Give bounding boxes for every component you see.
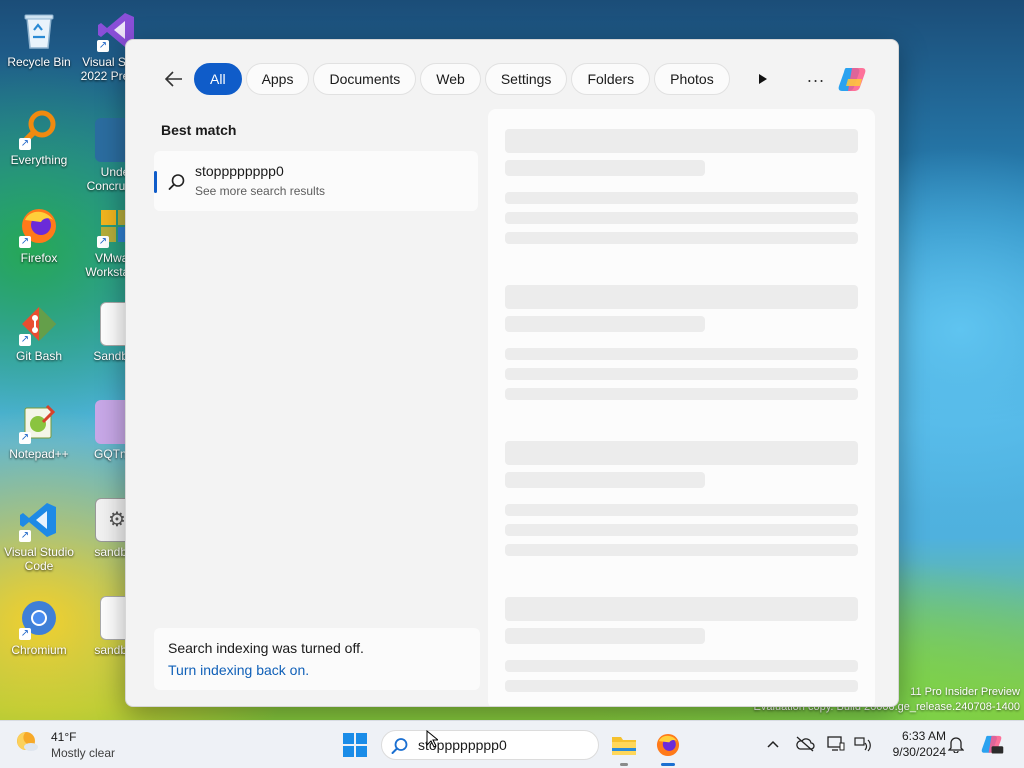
notification-bell-icon[interactable] <box>945 733 967 755</box>
recycle-bin-icon <box>17 8 61 52</box>
preview-pane-loading <box>488 109 875 706</box>
notepad-plus-plus-icon: ↗ <box>17 400 61 444</box>
firefox-icon: ↗ <box>17 204 61 248</box>
shortcut-arrow-icon: ↗ <box>19 530 31 542</box>
back-arrow-icon[interactable] <box>156 63 192 95</box>
taskbar-firefox[interactable] <box>651 728 685 766</box>
indexing-notice: Search indexing was turned off. Turn ind… <box>154 628 480 690</box>
desktop-icon-firefox[interactable]: ↗ Firefox <box>0 204 78 265</box>
tab-all[interactable]: All <box>194 63 242 95</box>
desktop-icon-git-bash[interactable]: ↗ Git Bash <box>0 302 78 363</box>
shortcut-arrow-icon: ↗ <box>19 138 31 150</box>
shortcut-arrow-icon: ↗ <box>19 432 31 444</box>
running-indicator <box>620 763 628 766</box>
tab-photos[interactable]: Photos <box>654 63 730 95</box>
skeleton-line <box>505 504 858 516</box>
taskbar-search-box[interactable]: stopppppppp0 <box>381 730 599 760</box>
search-icon <box>391 737 409 755</box>
shortcut-arrow-icon: ↗ <box>19 628 31 640</box>
skeleton-line <box>505 441 858 465</box>
copilot-taskbar-icon[interactable] <box>980 733 1006 755</box>
skeleton-line <box>505 680 858 692</box>
skeleton-line <box>505 316 705 332</box>
desktop-icon-chromium[interactable]: ↗ Chromium <box>0 596 78 657</box>
show-hidden-icons-chevron[interactable] <box>762 733 784 755</box>
skeleton-line <box>505 660 858 672</box>
desktop-icon-recycle-bin[interactable]: Recycle Bin <box>0 8 78 69</box>
taskbar: 41°F Mostly clear stopppppppp0 6:33 AM 9… <box>0 720 1024 768</box>
running-indicator <box>661 763 675 766</box>
desktop-icon-vscode[interactable]: ↗ Visual Studio Code <box>0 498 78 573</box>
search-flyout: All Apps Documents Web Settings Folders … <box>125 39 899 707</box>
tab-folders[interactable]: Folders <box>571 63 651 95</box>
indexing-message: Search indexing was turned off. <box>168 640 364 656</box>
shortcut-arrow-icon: ↗ <box>97 236 109 248</box>
turn-indexing-on-link[interactable]: Turn indexing back on. <box>168 662 309 678</box>
skeleton-line <box>505 388 858 400</box>
desktop-icon-label: Notepad++ <box>9 447 69 461</box>
tab-settings[interactable]: Settings <box>484 63 568 95</box>
everything-search-icon: ↗ <box>17 106 61 150</box>
desktop-icon-label: Recycle Bin <box>7 55 71 69</box>
tab-web[interactable]: Web <box>420 63 481 95</box>
shortcut-arrow-icon: ↗ <box>97 40 109 52</box>
desktop-icon-notepad-plus-plus[interactable]: ↗ Notepad++ <box>0 400 78 461</box>
skeleton-line <box>505 285 858 309</box>
shortcut-arrow-icon: ↗ <box>19 334 31 346</box>
skeleton-line <box>505 597 858 621</box>
desktop-icon-label: Everything <box>10 153 68 167</box>
skeleton-line <box>505 544 858 556</box>
vscode-icon: ↗ <box>17 498 61 542</box>
best-match-heading: Best match <box>161 122 237 138</box>
tab-apps[interactable]: Apps <box>245 63 310 95</box>
desktop-icon-label: Git Bash <box>15 349 63 363</box>
taskbar-file-explorer[interactable] <box>607 728 641 766</box>
skeleton-line <box>505 212 858 224</box>
search-filter-tabs: All Apps Documents Web Settings Folders … <box>156 62 778 96</box>
network-volume-icon[interactable] <box>852 733 874 755</box>
skeleton-line <box>505 129 858 153</box>
skeleton-line <box>505 160 705 176</box>
watermark-line-1: 11 Pro Insider Preview <box>910 686 1020 698</box>
desktop-icon-label: Chromium <box>11 643 67 657</box>
more-options-button[interactable]: ... <box>804 67 828 91</box>
skeleton-line <box>505 368 858 380</box>
copilot-icon[interactable] <box>838 64 870 94</box>
best-match-subtitle: See more search results <box>195 184 326 198</box>
display-icon[interactable] <box>825 733 847 755</box>
weather-clear-night-icon <box>14 728 40 754</box>
clock-date: 9/30/2024 <box>892 745 946 759</box>
skeleton-line <box>505 472 705 488</box>
chromium-icon: ↗ <box>17 596 61 640</box>
tab-documents[interactable]: Documents <box>313 63 417 95</box>
skeleton-line <box>505 628 705 644</box>
desktop-icon-everything[interactable]: ↗ Everything <box>0 106 78 167</box>
onedrive-offline-icon[interactable] <box>794 733 816 755</box>
system-clock[interactable]: 6:33 AM 9/30/2024 <box>878 728 946 760</box>
more-tabs-arrow-icon[interactable] <box>748 63 778 95</box>
skeleton-line <box>505 232 858 244</box>
weather-widget[interactable]: 41°F Mostly clear <box>14 728 115 760</box>
git-bash-icon: ↗ <box>17 302 61 346</box>
skeleton-line <box>505 192 858 204</box>
start-button[interactable] <box>343 733 367 757</box>
skeleton-line <box>505 348 858 360</box>
skeleton-line <box>505 524 858 536</box>
weather-temp: 41°F <box>51 730 77 744</box>
shortcut-arrow-icon: ↗ <box>19 236 31 248</box>
best-match-result[interactable]: stopppppppp0 See more search results <box>154 151 478 211</box>
file-explorer-icon <box>612 737 636 755</box>
best-match-query: stopppppppp0 <box>195 163 284 179</box>
selection-indicator <box>154 171 157 193</box>
clock-time: 6:33 AM <box>901 729 946 743</box>
search-icon <box>168 173 186 191</box>
weather-condition: Mostly clear <box>51 746 116 760</box>
firefox-icon <box>656 733 680 757</box>
desktop-icon-label: Visual Studio Code <box>4 545 74 573</box>
desktop-icon-label: Firefox <box>20 251 58 265</box>
mouse-cursor-icon <box>426 729 440 748</box>
